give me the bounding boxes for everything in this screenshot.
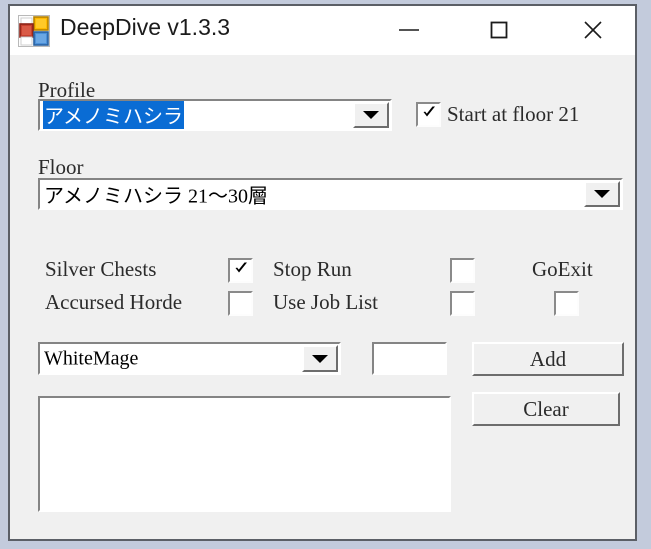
profile-chevron-down-icon[interactable] [353,102,389,128]
accursed-horde-label: Accursed Horde [45,290,183,314]
check-icon [235,262,247,273]
start-at-floor-label: Start at floor 21 [447,102,580,126]
app-window: DeepDive v1.3.3 Profile アメノミハシラ Start at… [8,4,637,541]
window-title: DeepDive v1.3.3 [60,14,231,40]
stop-run-label: Stop Run [273,257,352,281]
job-listbox[interactable] [38,396,451,512]
add-button[interactable]: Add [472,342,624,376]
floor-chevron-down-icon[interactable] [584,181,620,207]
stop-run-checkbox[interactable] [450,258,475,283]
job-chevron-down-icon[interactable] [302,345,338,372]
accursed-horde-checkbox[interactable] [228,291,253,316]
floor-combo-value: アメノミハシラ 21〜30層 [44,185,268,208]
use-job-list-checkbox[interactable] [450,291,475,316]
goexit-label: GoExit [532,257,593,281]
maximize-icon[interactable] [468,6,530,54]
floor-label: Floor [38,155,84,179]
client-area: Profile アメノミハシラ Start at floor 21 Floor … [10,55,635,539]
minimize-icon[interactable] [378,6,440,54]
close-icon[interactable] [562,6,624,54]
goexit-checkbox[interactable] [554,291,579,316]
check-icon [423,106,435,117]
silver-chests-label: Silver Chests [45,257,157,281]
silver-chests-checkbox[interactable] [228,258,253,283]
use-job-list-label: Use Job List [273,290,378,314]
start-at-floor-checkbox[interactable] [416,102,441,127]
job-combo-value: WhiteMage [44,347,139,369]
floor-combo[interactable]: アメノミハシラ 21〜30層 [38,178,623,210]
titlebar: DeepDive v1.3.3 [10,6,635,55]
app-squares-icon [18,15,50,47]
job-combo[interactable]: WhiteMage [38,342,341,375]
clear-button[interactable]: Clear [472,392,620,426]
profile-combo-value: アメノミハシラ [43,101,184,129]
profile-combo[interactable]: アメノミハシラ [38,99,392,131]
job-count-input[interactable] [372,342,447,375]
